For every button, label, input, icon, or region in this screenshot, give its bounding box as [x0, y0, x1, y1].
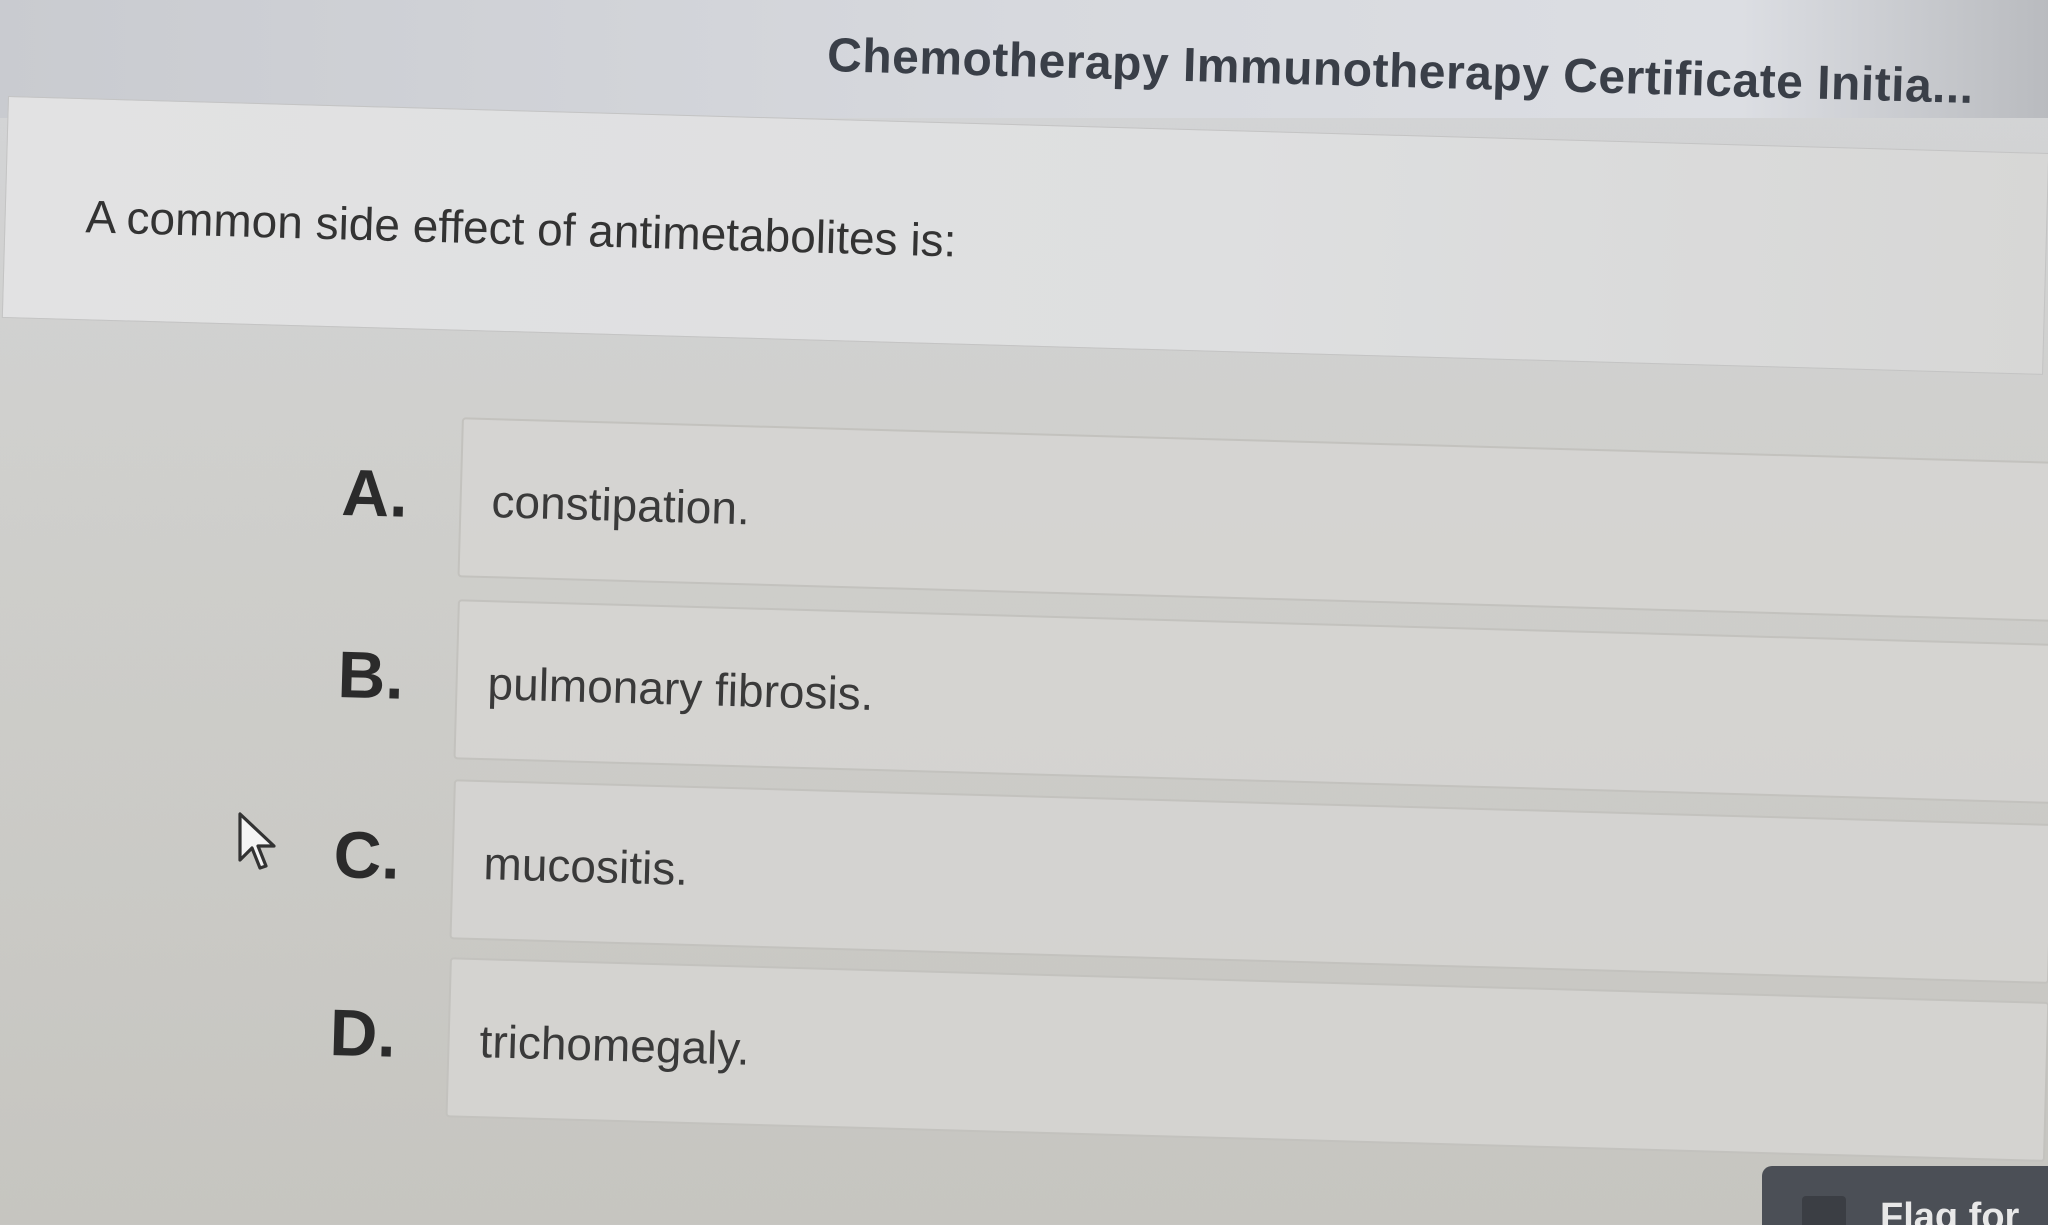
flag-icon	[1802, 1196, 1846, 1225]
option-a-box[interactable]: constipation.	[457, 417, 2048, 622]
option-c[interactable]: C. mucositis.	[331, 776, 2048, 986]
option-d-text: trichomegaly.	[478, 1015, 751, 1075]
mouse-cursor-icon	[238, 812, 276, 870]
option-a-text: constipation.	[490, 475, 751, 535]
option-d[interactable]: D. trichomegaly.	[327, 954, 2048, 1164]
option-d-letter: D.	[328, 994, 397, 1071]
option-a[interactable]: A. constipation.	[339, 414, 2048, 624]
flag-for-review-button[interactable]: Flag for	[1762, 1166, 2048, 1225]
option-b[interactable]: B. pulmonary fibrosis.	[335, 596, 2048, 806]
flag-button-label: Flag for	[1880, 1196, 2020, 1225]
option-c-letter: C.	[332, 816, 401, 893]
answer-options: A. constipation. B. pulmonary fibrosis. …	[0, 0, 2048, 1225]
option-a-letter: A.	[340, 454, 409, 531]
option-b-box[interactable]: pulmonary fibrosis.	[453, 599, 2048, 804]
option-c-box[interactable]: mucositis.	[449, 779, 2048, 984]
option-d-box[interactable]: trichomegaly.	[445, 957, 2048, 1162]
option-c-text: mucositis.	[482, 837, 689, 895]
option-b-text: pulmonary fibrosis.	[486, 657, 875, 720]
option-b-letter: B.	[336, 636, 405, 713]
